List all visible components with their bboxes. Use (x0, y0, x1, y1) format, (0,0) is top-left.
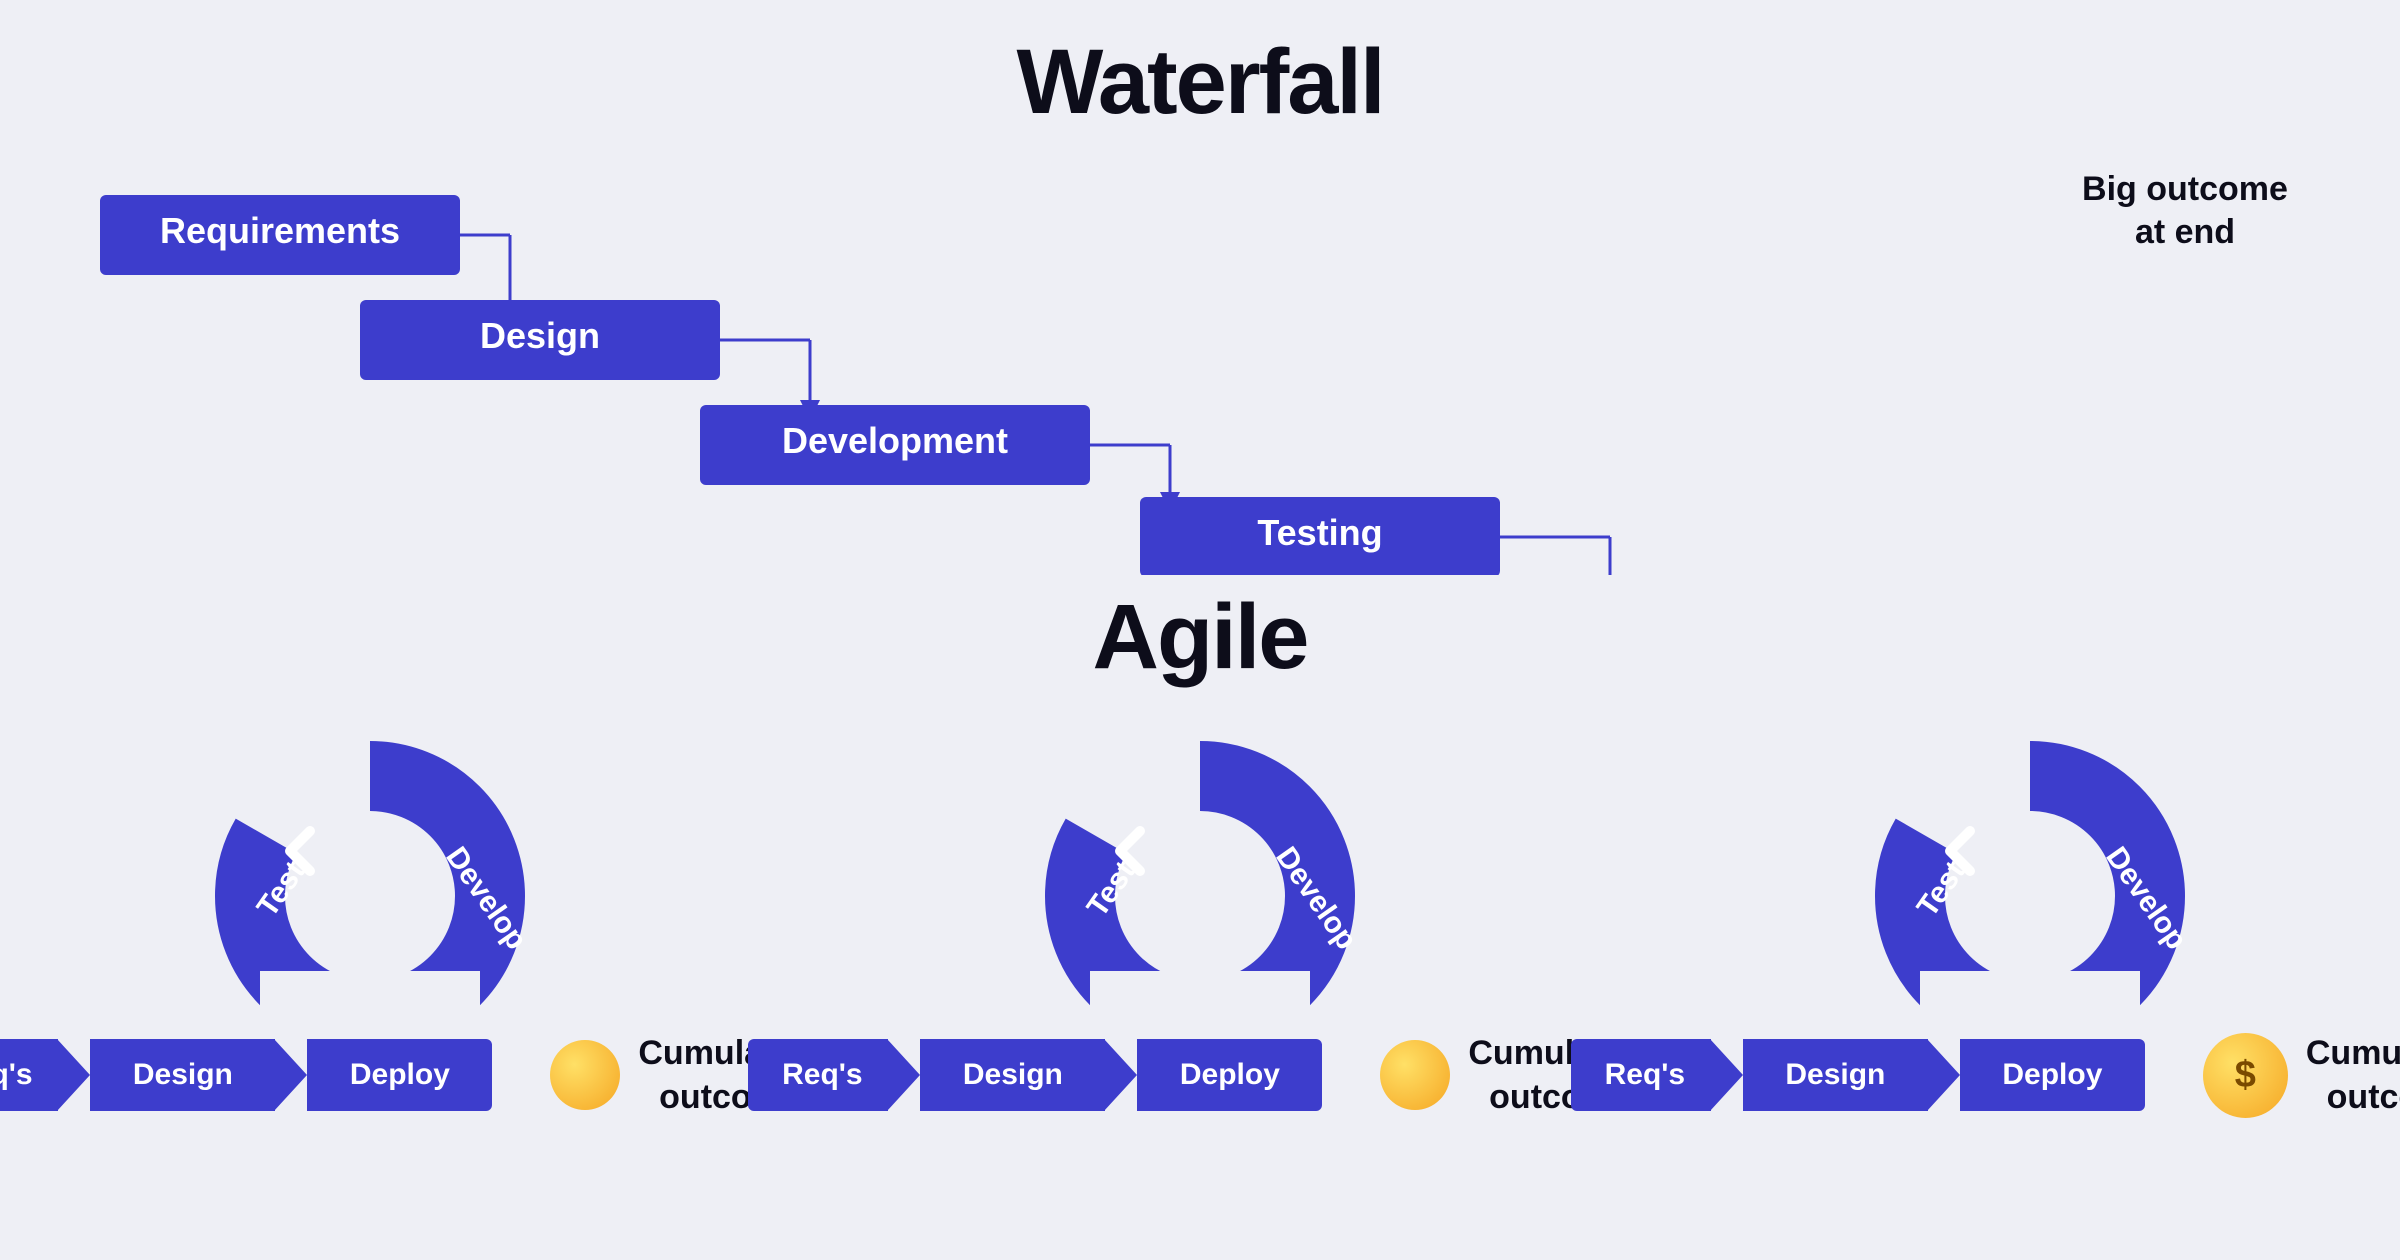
page-container: Waterfall Requirements Design Developmen… (0, 0, 2400, 1260)
waterfall-diagram: Requirements Design Development Testing (50, 145, 2350, 575)
sprint-bar-area-1: Req's Design Deploy Cumulativeoutcome (0, 1031, 822, 1119)
agile-diagram: Test Develop Req's Design Deploy Cumulat… (50, 710, 2350, 1150)
coin-symbol: $ (2235, 1054, 2256, 1097)
sprint-group-2: Test Develop Req's Design Deploy Cumulat… (880, 741, 1520, 1119)
sprint-bar-area-3: Req's Design Deploy $ Cumulativeoutcome (1571, 1031, 2400, 1119)
sprint-circle-2: Test Develop (1030, 741, 1370, 1051)
svg-text:Design: Design (480, 315, 600, 356)
sprint-group-3: Test Develop Req's Design Deploy $ Cumul… (1710, 741, 2350, 1119)
seg-reqs-2: Req's (748, 1039, 888, 1111)
sprint-bar-3: Req's Design Deploy (1571, 1039, 2191, 1111)
seg-deploy-2: Deploy (1137, 1039, 1322, 1111)
waterfall-title: Waterfall (1016, 30, 1383, 135)
svg-text:Requirements: Requirements (160, 210, 400, 251)
seg-design-2: Design (920, 1039, 1105, 1111)
svg-text:Development: Development (782, 420, 1008, 461)
seg-design-1: Design (90, 1039, 275, 1111)
svg-text:Testing: Testing (1257, 512, 1382, 553)
svg-text:at end: at end (2135, 213, 2235, 251)
sprint-coin-2 (1380, 1040, 1450, 1110)
sprint-bar-1: Req's Design Deploy (0, 1039, 538, 1111)
seg-deploy-3: Deploy (1960, 1039, 2145, 1111)
sprint-group-1: Test Develop Req's Design Deploy Cumulat… (50, 741, 690, 1119)
sprint-bar-2: Req's Design Deploy (748, 1039, 1368, 1111)
seg-deploy-1: Deploy (307, 1039, 492, 1111)
cumulative-label-3: Cumulativeoutcome (2306, 1031, 2400, 1119)
sprint-circle-1: Test Develop (200, 741, 540, 1051)
seg-reqs-3: Req's (1571, 1039, 1711, 1111)
seg-design-3: Design (1743, 1039, 1928, 1111)
svg-text:Big outcome: Big outcome (2082, 170, 2288, 208)
sprint-coin-1 (550, 1040, 620, 1110)
sprint-bar-area-2: Req's Design Deploy Cumulativeoutcome (748, 1031, 1651, 1119)
seg-reqs-1: Req's (0, 1039, 58, 1111)
sprint-coin-3: $ (2203, 1033, 2288, 1118)
agile-title: Agile (1093, 585, 1308, 690)
sprint-circle-3: Test Develop (1860, 741, 2200, 1051)
